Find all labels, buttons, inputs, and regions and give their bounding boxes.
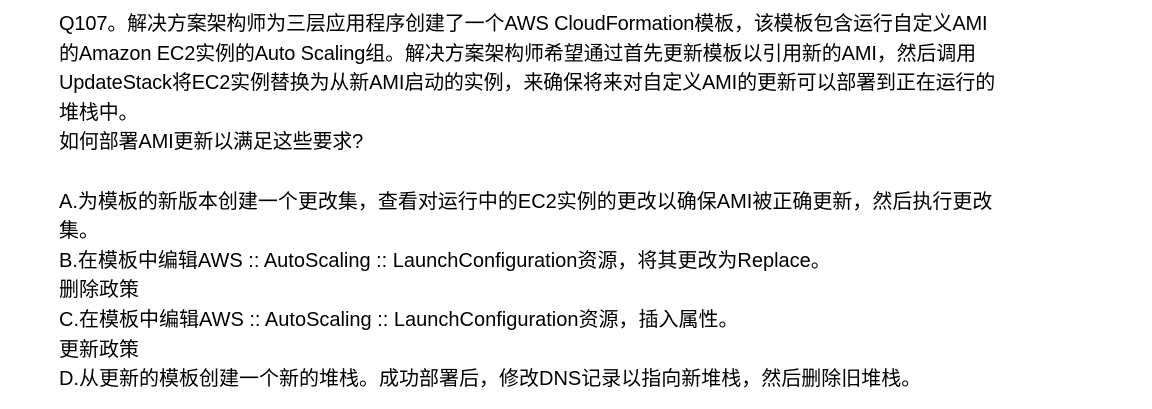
question-line: Q107。解决方案架构师为三层应用程序创建了一个AWS CloudFormati… — [59, 13, 988, 35]
question-line: 的Amazon EC2实例的Auto Scaling组。解决方案架构师希望通过首… — [59, 42, 976, 65]
option-a: A.为模板的新版本创建一个更改集，查看对运行中的EC2实例的更改以确保AMI被正… — [59, 188, 1112, 247]
question-line: UpdateStack将EC2实例替换为从新AMI启动的实例，来确保将来对自定义… — [59, 72, 996, 95]
option-b-line: 删除政策 — [59, 279, 139, 302]
question-prompt: 如何部署AMI更新以满足这些要求? — [59, 131, 364, 154]
option-d: D.从更新的模板创建一个新的堆栈。成功部署后，修改DNS记录以指向新堆栈，然后删… — [59, 365, 1112, 395]
option-b-line: B.在模板中编辑AWS :: AutoScaling :: LaunchConf… — [59, 249, 831, 272]
option-d-line: D.从更新的模板创建一个新的堆栈。成功部署后，修改DNS记录以指向新堆栈，然后删… — [59, 368, 922, 391]
document-page: Q107。解决方案架构师为三层应用程序创建了一个AWS CloudFormati… — [0, 0, 1152, 409]
question-line: 堆栈中。 — [59, 101, 139, 124]
option-c-line: 更新政策 — [59, 338, 139, 361]
option-a-line: A.为模板的新版本创建一个更改集，查看对运行中的EC2实例的更改以确保AMI被正… — [59, 190, 993, 213]
question-block: Q107。解决方案架构师为三层应用程序创建了一个AWS CloudFormati… — [59, 10, 1112, 158]
option-b: B.在模板中编辑AWS :: AutoScaling :: LaunchConf… — [59, 247, 1112, 306]
option-a-line: 集。 — [59, 220, 99, 243]
option-c: C.在模板中编辑AWS :: AutoScaling :: LaunchConf… — [59, 306, 1112, 365]
answer-options: A.为模板的新版本创建一个更改集，查看对运行中的EC2实例的更改以确保AMI被正… — [59, 188, 1112, 395]
option-c-line: C.在模板中编辑AWS :: AutoScaling :: LaunchConf… — [59, 308, 739, 331]
